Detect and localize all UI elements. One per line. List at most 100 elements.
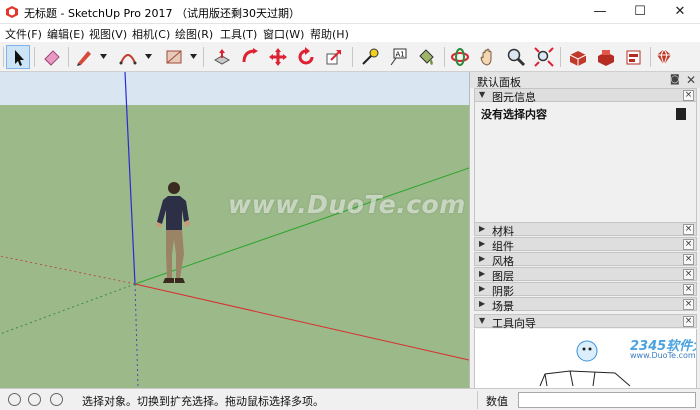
entity-info-text: 没有选择内容 <box>481 108 547 121</box>
tape-measure-tool-button[interactable] <box>358 45 382 69</box>
tape-measure-tool-icon <box>362 48 379 65</box>
pin-icon[interactable]: ◙ <box>670 74 680 85</box>
panel-label: 场景 <box>492 300 514 313</box>
panel-entity-info[interactable]: ▼ 图元信息 × <box>474 88 697 104</box>
panel-instructor[interactable]: ▼ 工具向导 × <box>474 314 697 330</box>
zoom-extents-tool-button[interactable] <box>532 45 556 69</box>
toolbar-separator <box>203 47 204 67</box>
chevron-down-icon[interactable] <box>100 54 107 60</box>
eraser-tool-icon <box>44 50 60 66</box>
maximize-button[interactable]: ☐ <box>620 0 660 24</box>
menu-bar: 文件(F) 编辑(E) 视图(V) 相机(C) 绘图(R) 工具(T) 窗口(W… <box>0 24 700 42</box>
panel-close-icon[interactable]: × <box>683 254 694 265</box>
menu-window[interactable]: 窗口(W) <box>263 26 304 42</box>
toolbar-separator <box>3 47 4 67</box>
chevron-down-icon[interactable] <box>190 54 197 60</box>
menu-help[interactable]: 帮助(H) <box>310 26 349 42</box>
3d-warehouse-button[interactable] <box>566 45 590 69</box>
layout-send-button[interactable] <box>622 45 646 69</box>
push-pull-tool-button[interactable] <box>210 45 234 69</box>
default-tray: 默认面板 ◙ ✕ ▼ 图元信息 × 没有选择内容 ▶ 材料 × ▶ 组件 × ▶… <box>469 72 700 388</box>
text-tool-icon: A1 <box>390 48 407 66</box>
panel-close-icon[interactable]: × <box>683 90 694 101</box>
follow-me-tool-button[interactable] <box>238 45 262 69</box>
title-bar: 无标题 - SketchUp Pro 2017 （试用版还剩30天过期） — ☐… <box>0 0 700 24</box>
paint-bucket-tool-icon <box>419 49 434 65</box>
scene-canvas <box>0 72 469 388</box>
extension-warehouse-icon <box>598 50 614 66</box>
menu-tools[interactable]: 工具(T) <box>220 26 257 42</box>
arc-tool-button[interactable] <box>116 45 140 69</box>
panel-styles[interactable]: ▶ 风格 × <box>474 252 697 268</box>
panel-layers[interactable]: ▶ 图层 × <box>474 267 697 283</box>
line-tool-button[interactable] <box>72 45 96 69</box>
panel-close-icon[interactable]: × <box>683 239 694 250</box>
sky <box>0 72 469 105</box>
pan-tool-button[interactable] <box>476 45 500 69</box>
user-account-icon[interactable] <box>50 393 63 406</box>
chevron-down-icon[interactable] <box>145 54 152 60</box>
minimize-button[interactable]: — <box>580 0 620 24</box>
panel-close-icon[interactable]: × <box>683 316 694 327</box>
toolbar: A1 <box>0 42 700 72</box>
measurements-input[interactable] <box>518 392 696 408</box>
menu-file[interactable]: 文件(F) <box>5 26 42 42</box>
move-tool-button[interactable] <box>266 45 290 69</box>
extension-warehouse-button[interactable] <box>594 45 618 69</box>
toolbar-separator <box>34 47 35 67</box>
close-button[interactable]: ✕ <box>660 0 700 24</box>
collapsed-arrow-icon: ▶ <box>479 239 486 248</box>
panel-close-icon[interactable]: × <box>683 224 694 235</box>
extension-manager-button[interactable] <box>652 45 676 69</box>
guide-drawing <box>539 370 631 387</box>
panel-close-icon[interactable]: × <box>683 284 694 295</box>
select-tool-button[interactable] <box>6 45 30 69</box>
toolbar-separator <box>68 47 69 67</box>
panel-shadows[interactable]: ▶ 阴影 × <box>474 282 697 298</box>
panel-materials[interactable]: ▶ 材料 × <box>474 222 697 238</box>
collapsed-arrow-icon: ▶ <box>479 254 486 263</box>
info-icon[interactable] <box>28 393 41 406</box>
expanded-arrow-icon: ▼ <box>479 90 486 99</box>
follow-me-tool-icon <box>242 48 258 63</box>
arc-tool-icon <box>119 54 137 65</box>
collapsed-arrow-icon: ▶ <box>479 299 486 308</box>
instructor-body: 2345软件大全 www.DuoTe.com <box>474 329 697 388</box>
rotate-tool-button[interactable] <box>294 45 318 69</box>
menu-view[interactable]: 视图(V) <box>89 26 127 42</box>
scale-tool-icon <box>326 50 341 65</box>
rotate-tool-icon <box>298 47 314 65</box>
orbit-tool-icon <box>451 48 469 66</box>
collapsed-arrow-icon: ▶ <box>479 284 486 293</box>
panel-close-icon[interactable]: × <box>683 269 694 280</box>
panel-scenes[interactable]: ▶ 场景 × <box>474 297 697 313</box>
status-message: 选择对象。切换到扩充选择。拖动鼠标选择多项。 <box>82 395 324 408</box>
menu-edit[interactable]: 编辑(E) <box>47 26 85 42</box>
menu-draw[interactable]: 绘图(R) <box>175 26 213 42</box>
3d-warehouse-icon <box>569 51 587 66</box>
sketchup-logo-icon <box>6 6 18 18</box>
zoom-tool-button[interactable] <box>504 45 528 69</box>
text-tool-button[interactable]: A1 <box>386 45 410 69</box>
window-title: 无标题 - SketchUp Pro 2017 （试用版还剩30天过期） <box>24 7 300 20</box>
panel-components[interactable]: ▶ 组件 × <box>474 237 697 253</box>
drawing-viewport[interactable]: www.DuoTe.com <box>0 72 469 388</box>
toolbar-separator <box>444 47 445 67</box>
menu-camera[interactable]: 相机(C) <box>132 26 170 42</box>
scale-tool-button[interactable] <box>322 45 346 69</box>
orbit-tool-button[interactable] <box>448 45 472 69</box>
push-pull-tool-icon <box>213 49 231 65</box>
collapsed-arrow-icon: ▶ <box>479 269 486 278</box>
zoom-extents-tool-icon <box>534 47 554 67</box>
eraser-tool-button[interactable] <box>40 45 64 69</box>
details-toggle-icon[interactable] <box>676 108 686 120</box>
paint-bucket-tool-button[interactable] <box>414 45 438 69</box>
toolbar-separator <box>352 47 353 67</box>
panel-close-icon[interactable]: × <box>683 299 694 310</box>
ground-plane <box>0 105 469 388</box>
close-icon[interactable]: ✕ <box>686 73 696 87</box>
zoom-tool-icon <box>507 48 526 67</box>
measurements-label: 数值 <box>486 395 508 408</box>
rectangle-tool-button[interactable] <box>162 45 186 69</box>
geo-location-icon[interactable] <box>8 393 21 406</box>
